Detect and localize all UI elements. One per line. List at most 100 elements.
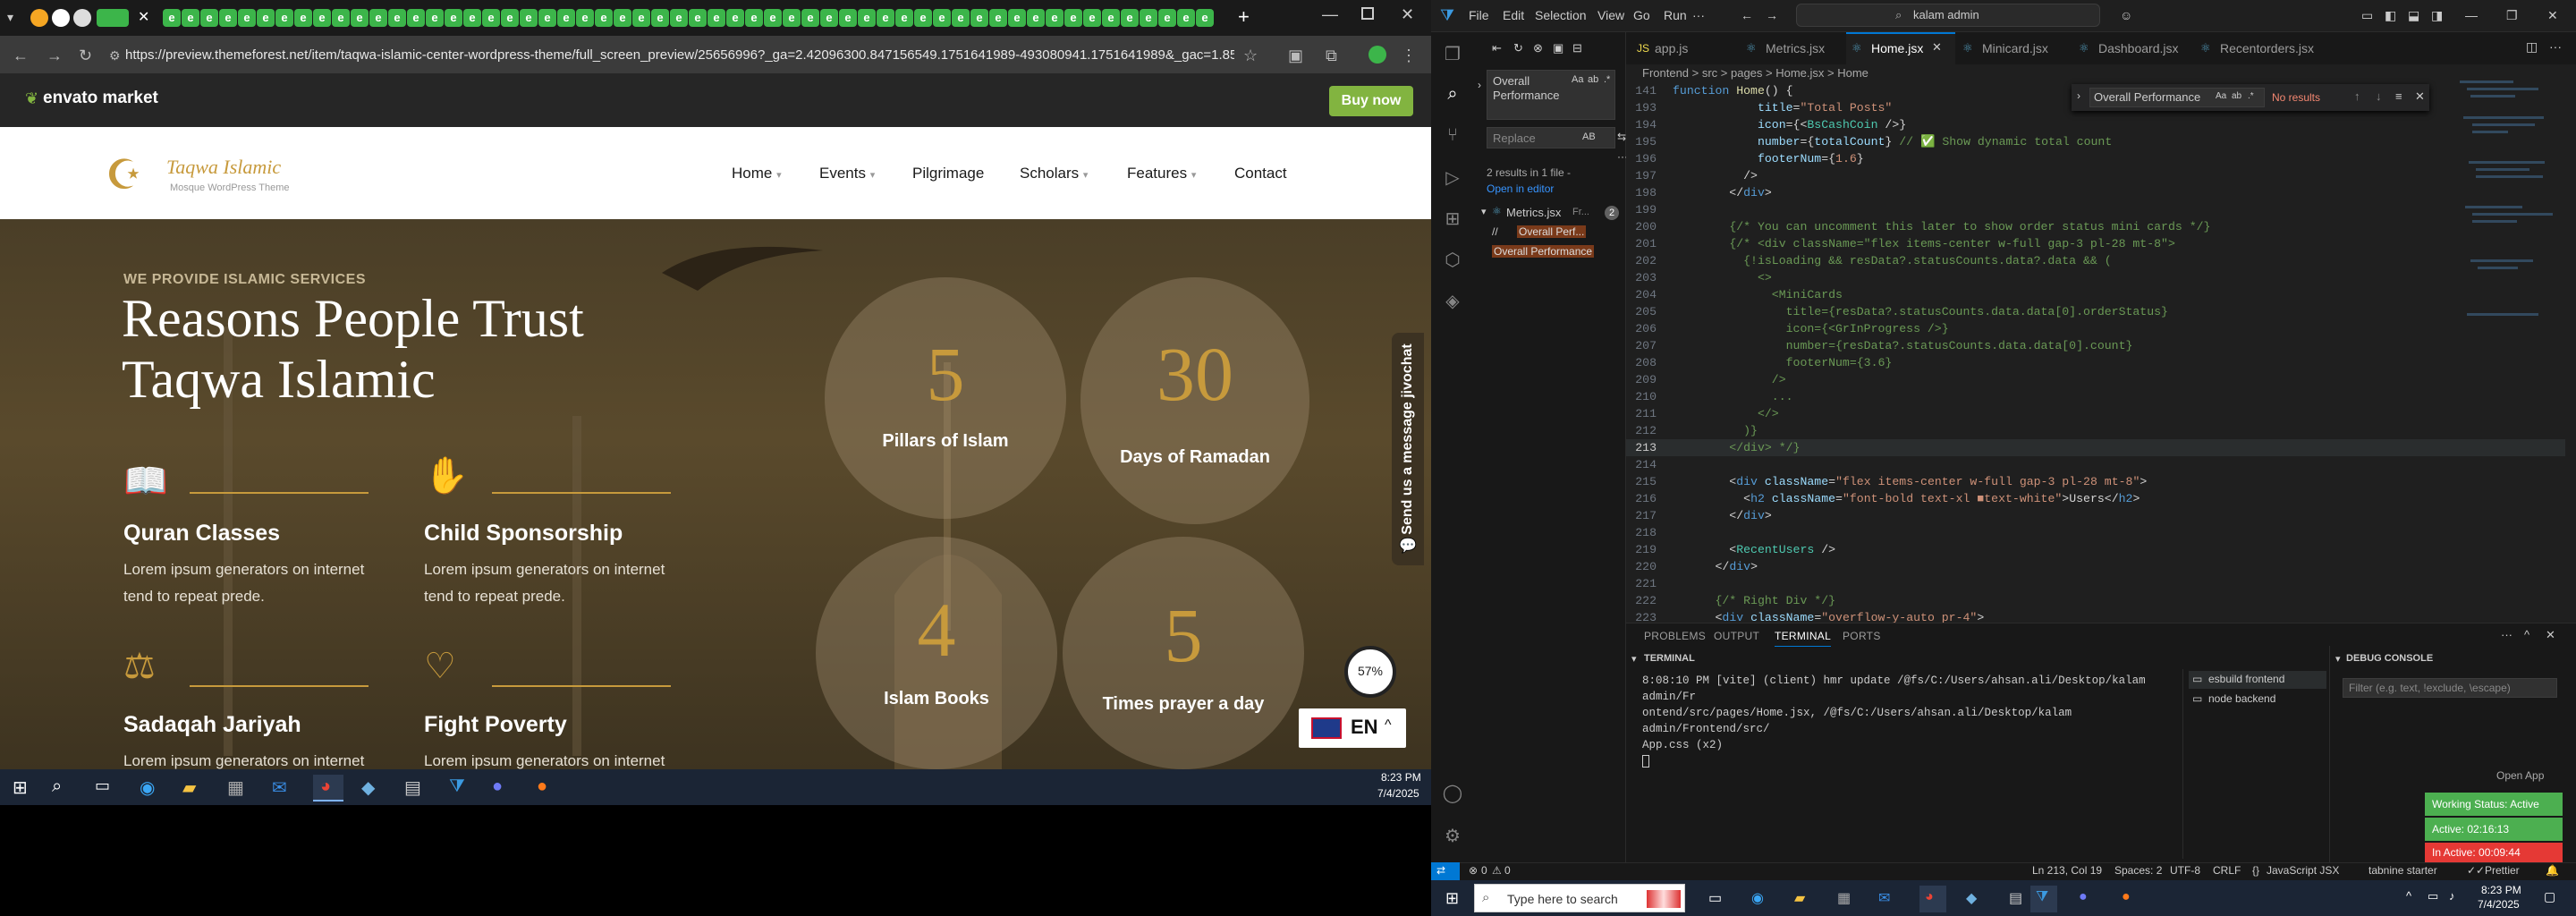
envato-tab-favicon[interactable]: e — [200, 9, 218, 27]
match-case-icon[interactable]: Aa — [1572, 74, 1583, 85]
remote-explorer-icon[interactable]: ⬡ — [1442, 249, 1463, 270]
more-actions-icon[interactable]: ··· — [2501, 628, 2512, 641]
status-spaces[interactable]: Spaces: 2 — [2114, 864, 2162, 877]
preserve-case-icon[interactable]: AB — [1582, 131, 1596, 142]
envato-logo[interactable]: envato market — [43, 89, 158, 108]
envato-tab-favicon[interactable]: e — [632, 9, 650, 27]
menu-edit[interactable]: Edit — [1503, 8, 1524, 22]
task-view-icon[interactable]: ▭ — [1708, 889, 1722, 907]
terminal-icon[interactable]: ▤ — [2009, 889, 2022, 907]
envato-tab-favicon[interactable]: e — [689, 9, 707, 27]
toggle-sidebar-icon[interactable]: ◧ — [2385, 8, 2396, 23]
refresh-icon[interactable]: ↻ — [1513, 41, 1523, 55]
notifications-bell-icon[interactable]: 🔔 — [2546, 864, 2559, 877]
regex-icon[interactable]: .* — [1604, 74, 1610, 85]
envato-tab-favicon[interactable]: e — [1027, 9, 1045, 27]
explorer-icon[interactable]: ❐ — [1442, 43, 1463, 64]
envato-tab-favicon[interactable]: e — [275, 9, 293, 27]
postman-icon[interactable]: ● — [2122, 889, 2131, 905]
browser-menu-icon[interactable]: ⋮ — [1401, 44, 1417, 67]
envato-tab-favicon[interactable]: e — [445, 9, 462, 27]
envato-tab-favicon[interactable]: e — [1083, 9, 1101, 27]
envato-tab-favicon[interactable]: e — [1046, 9, 1063, 27]
tab-favicon[interactable] — [52, 9, 70, 27]
envato-tab-favicon[interactable]: e — [1140, 9, 1157, 27]
jivochat-tab[interactable]: Send us a message jivochat 💬 — [1392, 333, 1424, 565]
envato-tab-favicon[interactable]: e — [839, 9, 857, 27]
tab-favicon[interactable] — [30, 9, 48, 27]
panel-tab-output[interactable]: OUTPUT — [1714, 630, 1759, 642]
replace-all-icon[interactable]: ⇆ — [1617, 131, 1626, 143]
tab-minicard[interactable]: Minicard.jsx — [1957, 32, 2066, 64]
tab-recentorders[interactable]: Recentorders.jsx — [2195, 32, 2329, 64]
envato-tab-favicon[interactable]: e — [670, 9, 688, 27]
envato-tab-favicon[interactable]: e — [576, 9, 594, 27]
system-tray-chevron-icon[interactable]: ^ — [2406, 889, 2411, 903]
panel-tab-ports[interactable]: PORTS — [1843, 630, 1881, 642]
status-language[interactable]: JavaScript JSX — [2267, 864, 2339, 877]
collapse-icon[interactable]: ⇤ — [1492, 41, 1502, 55]
envato-tab-favicon[interactable]: e — [1102, 9, 1120, 27]
minimize-icon[interactable]: — — [1322, 5, 1338, 24]
terminal-list-item[interactable]: ▭ node backend — [2189, 691, 2326, 708]
minimap[interactable] — [2460, 81, 2558, 403]
app-icon[interactable]: ◆ — [361, 776, 375, 799]
nav-back-icon[interactable]: ← — [1741, 8, 1753, 22]
nav-features[interactable]: Features ▾ — [1127, 165, 1196, 182]
result-match-row[interactable]: Overall Performance — [1479, 243, 1624, 261]
maximize-icon[interactable]: ❐ — [2506, 8, 2518, 23]
profile-avatar[interactable] — [1368, 46, 1386, 64]
envato-tab-favicon[interactable]: e — [764, 9, 782, 27]
panel-tab-terminal[interactable]: TERMINAL — [1775, 630, 1832, 647]
envato-tab-favicon[interactable]: e — [219, 9, 237, 27]
replace-input[interactable]: Replace AB — [1487, 127, 1615, 148]
tracker-open-app[interactable]: Open App — [2496, 769, 2544, 782]
warning-icon[interactable]: ⚠ — [1492, 864, 1502, 877]
nav-forward-icon[interactable]: → — [1766, 8, 1778, 22]
store-icon[interactable]: ▦ — [227, 776, 244, 799]
menu-go[interactable]: Go — [1633, 8, 1650, 22]
envato-tab-favicon[interactable]: e — [407, 9, 425, 27]
minimize-icon[interactable]: — — [2465, 8, 2478, 22]
debug-filter-input[interactable]: Filter (e.g. text, !exclude, \escape) — [2343, 678, 2557, 698]
source-control-icon[interactable]: ⑂ — [1442, 125, 1463, 147]
envato-tab-favicon[interactable]: e — [182, 9, 199, 27]
envato-tab-favicon[interactable]: e — [1008, 9, 1026, 27]
envato-tab-favicon[interactable]: e — [858, 9, 876, 27]
search-input[interactable]: Overall Performance Aa ab .* — [1487, 70, 1615, 120]
site-info-icon[interactable]: ⚙ — [109, 44, 121, 67]
menu-view[interactable]: View — [1597, 8, 1624, 22]
tab-favicon[interactable] — [97, 9, 129, 27]
menu-run[interactable]: Run — [1664, 8, 1687, 22]
envato-tab-favicon[interactable]: e — [388, 9, 406, 27]
error-icon[interactable]: ⊗ — [1469, 864, 1478, 877]
toggle-replace-icon[interactable]: › — [1478, 79, 1481, 91]
envato-tab-favicon[interactable]: e — [914, 9, 932, 27]
envato-tab-favicon[interactable]: e — [895, 9, 913, 27]
notification-center-icon[interactable]: ▢ — [2544, 889, 2555, 904]
more-actions-icon[interactable]: ··· — [2549, 39, 2562, 54]
terminal-icon[interactable]: ▤ — [404, 776, 421, 799]
collapse-all-icon[interactable]: ⊟ — [1572, 41, 1582, 55]
envato-tab-favicon[interactable]: e — [1121, 9, 1139, 27]
envato-tab-favicon[interactable]: e — [163, 9, 181, 27]
envato-tab-favicon[interactable]: e — [557, 9, 575, 27]
mail-icon[interactable]: ✉ — [272, 776, 287, 799]
close-panel-icon[interactable]: ✕ — [2546, 628, 2555, 642]
envato-tab-favicon[interactable]: e — [463, 9, 481, 27]
close-window-icon[interactable]: ✕ — [1401, 5, 1414, 24]
nav-contact[interactable]: Contact — [1234, 165, 1287, 182]
zoom-icon[interactable]: ● — [492, 776, 503, 797]
envato-tab-favicon[interactable]: e — [595, 9, 613, 27]
tab-favicon[interactable] — [73, 9, 91, 27]
extensions-puzzle-icon[interactable]: ⧉ — [1326, 44, 1337, 67]
extensions-icon[interactable]: ⊞ — [1442, 208, 1463, 229]
envato-tab-favicon[interactable]: e — [820, 9, 838, 27]
account-icon[interactable]: ◯ — [1442, 782, 1463, 803]
status-tabnine[interactable]: tabnine starter — [2368, 864, 2437, 877]
envato-tab-favicon[interactable]: e — [482, 9, 500, 27]
vscode-icon[interactable]: ⧩ — [449, 776, 465, 797]
bookmark-star-icon[interactable]: ☆ — [1243, 44, 1258, 67]
status-position[interactable]: Ln 213, Col 19 — [2032, 864, 2102, 877]
envato-tab-favicon[interactable]: e — [708, 9, 725, 27]
